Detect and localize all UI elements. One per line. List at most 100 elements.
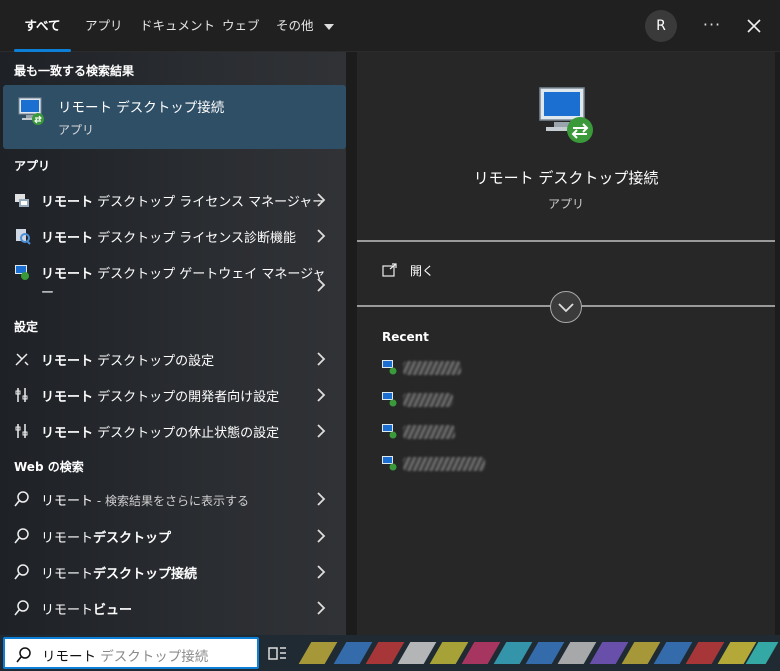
open-action[interactable]: 開く — [381, 260, 581, 282]
result-sleep-settings[interactable]: リモート デスクトップの休止状態の設定 — [3, 414, 346, 448]
section-web-search: Web の検索 — [14, 460, 84, 474]
result-bold-text: リモート — [41, 195, 94, 210]
chevron-right-icon[interactable] — [315, 528, 327, 544]
tab-web[interactable]: ウェブ — [222, 0, 260, 52]
sleep-settings-icon — [15, 424, 28, 438]
web-result-bold: デスクトップ — [93, 531, 172, 546]
close-icon[interactable] — [742, 10, 766, 42]
web-result-text: リモート — [41, 531, 94, 546]
web-result-text: リモート — [41, 567, 94, 582]
result-text: デスクトップの休止状態の設定 — [93, 426, 280, 441]
section-apps: アプリ — [14, 159, 51, 173]
detail-subtitle: アプリ — [547, 197, 584, 211]
remote-desktop-large-icon — [536, 86, 596, 152]
result-bold-text: リモート — [41, 390, 94, 405]
result-license-manager[interactable]: リモート デスクトップ ライセンス マネージャー — [3, 183, 346, 217]
remote-desktop-settings-icon — [15, 353, 29, 366]
chevron-right-icon[interactable] — [315, 600, 327, 616]
chevron-right-icon[interactable] — [315, 423, 327, 439]
best-match-subtitle: アプリ — [58, 123, 95, 137]
section-best-match: 最も一致する検索結果 — [14, 64, 135, 78]
remote-desktop-icon — [17, 97, 45, 131]
remote-desktop-icon — [382, 424, 397, 439]
result-bold-text: リモート — [41, 231, 94, 246]
result-remote-desktop-settings[interactable]: リモート デスクトップの設定 — [3, 342, 346, 376]
recent-item[interactable] — [381, 359, 501, 379]
result-text: デスクトップの設定 — [93, 354, 215, 369]
search-suggestion-text: デスクトップ接続 — [96, 649, 209, 665]
web-result-view[interactable]: リモートビュー — [3, 591, 346, 625]
redacted-text — [403, 393, 453, 407]
chevron-right-icon[interactable] — [315, 387, 327, 403]
result-gateway-manager[interactable]: リモート デスクトップ ゲートウェイ マネージャー — [3, 255, 346, 301]
expand-button[interactable] — [550, 291, 582, 323]
web-result-bold: ビュー — [93, 603, 133, 618]
web-result-extra: - 検索結果をさらに表示する — [93, 494, 249, 508]
search-icon — [14, 564, 29, 580]
chevron-right-icon[interactable] — [315, 491, 327, 507]
open-icon — [382, 263, 397, 277]
web-result-text: リモート — [41, 494, 94, 509]
redacted-text — [403, 361, 461, 375]
tab-more[interactable]: その他 — [276, 0, 334, 52]
web-result-bold: デスクトップ接続 — [93, 567, 198, 582]
tab-web-label: ウェブ — [222, 18, 260, 33]
search-icon — [14, 600, 29, 616]
divider — [357, 240, 775, 242]
more-options-icon[interactable]: ··· — [700, 10, 724, 42]
search-input[interactable]: リモート デスクトップ接続 — [42, 645, 208, 665]
tab-all-label: すべて — [24, 18, 61, 33]
web-result-more[interactable]: リモート - 検索結果をさらに表示する — [3, 482, 346, 516]
chevron-down-icon — [558, 303, 574, 313]
tab-apps[interactable]: アプリ — [85, 0, 123, 52]
tab-apps-label: アプリ — [85, 18, 123, 33]
recent-item[interactable] — [381, 391, 501, 411]
result-bold-text: リモート — [41, 426, 94, 441]
remote-desktop-icon — [382, 456, 397, 471]
recent-item[interactable] — [381, 423, 501, 443]
search-icon — [14, 528, 29, 544]
search-icon — [16, 647, 31, 663]
web-result-desktop-connection[interactable]: リモートデスクトップ接続 — [3, 555, 346, 589]
details-pane: リモート デスクトップ接続 アプリ 開く Recent — [357, 52, 775, 635]
result-bold-text: リモート — [41, 267, 94, 282]
chevron-right-icon[interactable] — [315, 564, 327, 580]
best-match-title: リモート デスクトップ接続 — [58, 100, 225, 116]
section-settings: 設定 — [14, 320, 39, 334]
search-icon — [14, 491, 29, 507]
result-text: デスクトップ ライセンス マネージャー — [93, 195, 326, 210]
result-text: デスクトップ ゲートウェイ マネージャ — [93, 267, 326, 282]
caret-down-icon — [323, 23, 334, 30]
license-diagnoser-icon — [16, 229, 31, 245]
chevron-right-icon[interactable] — [315, 228, 327, 244]
web-result-desktop[interactable]: リモートデスクトップ — [3, 519, 346, 553]
top-tab-bar: すべて アプリ ドキュメント ウェブ その他 R ··· — [0, 0, 780, 52]
task-view-icon[interactable] — [268, 645, 288, 663]
recent-item[interactable] — [381, 455, 501, 475]
result-bold-text: リモート — [41, 354, 94, 369]
recent-heading: Recent — [382, 330, 429, 344]
result-developer-settings[interactable]: リモート デスクトップの開発者向け設定 — [3, 378, 346, 412]
search-box[interactable]: リモート デスクトップ接続 — [3, 637, 259, 669]
chevron-right-icon[interactable] — [315, 351, 327, 367]
redacted-text — [403, 425, 455, 439]
result-text-wrap: ー — [41, 286, 55, 301]
user-avatar[interactable]: R — [645, 10, 677, 42]
remote-desktop-icon — [382, 392, 397, 407]
tab-all[interactable]: すべて — [14, 0, 71, 52]
best-match-item[interactable]: リモート デスクトップ接続 アプリ — [3, 85, 346, 149]
result-text: デスクトップ ライセンス診断機能 — [93, 231, 297, 246]
result-license-diagnoser[interactable]: リモート デスクトップ ライセンス診断機能 — [3, 219, 346, 253]
redacted-text — [403, 457, 485, 471]
web-result-text: リモート — [41, 603, 94, 618]
license-manager-icon — [15, 194, 29, 207]
tab-documents-label: ドキュメント — [140, 18, 216, 33]
remote-desktop-icon — [382, 360, 397, 375]
tab-more-label: その他 — [276, 18, 314, 33]
open-label: 開く — [410, 264, 435, 278]
result-text: デスクトップの開発者向け設定 — [93, 390, 280, 405]
chevron-right-icon[interactable] — [315, 192, 327, 208]
tab-documents[interactable]: ドキュメント — [140, 0, 215, 52]
chevron-right-icon[interactable] — [315, 277, 327, 293]
gateway-manager-icon — [15, 265, 29, 280]
